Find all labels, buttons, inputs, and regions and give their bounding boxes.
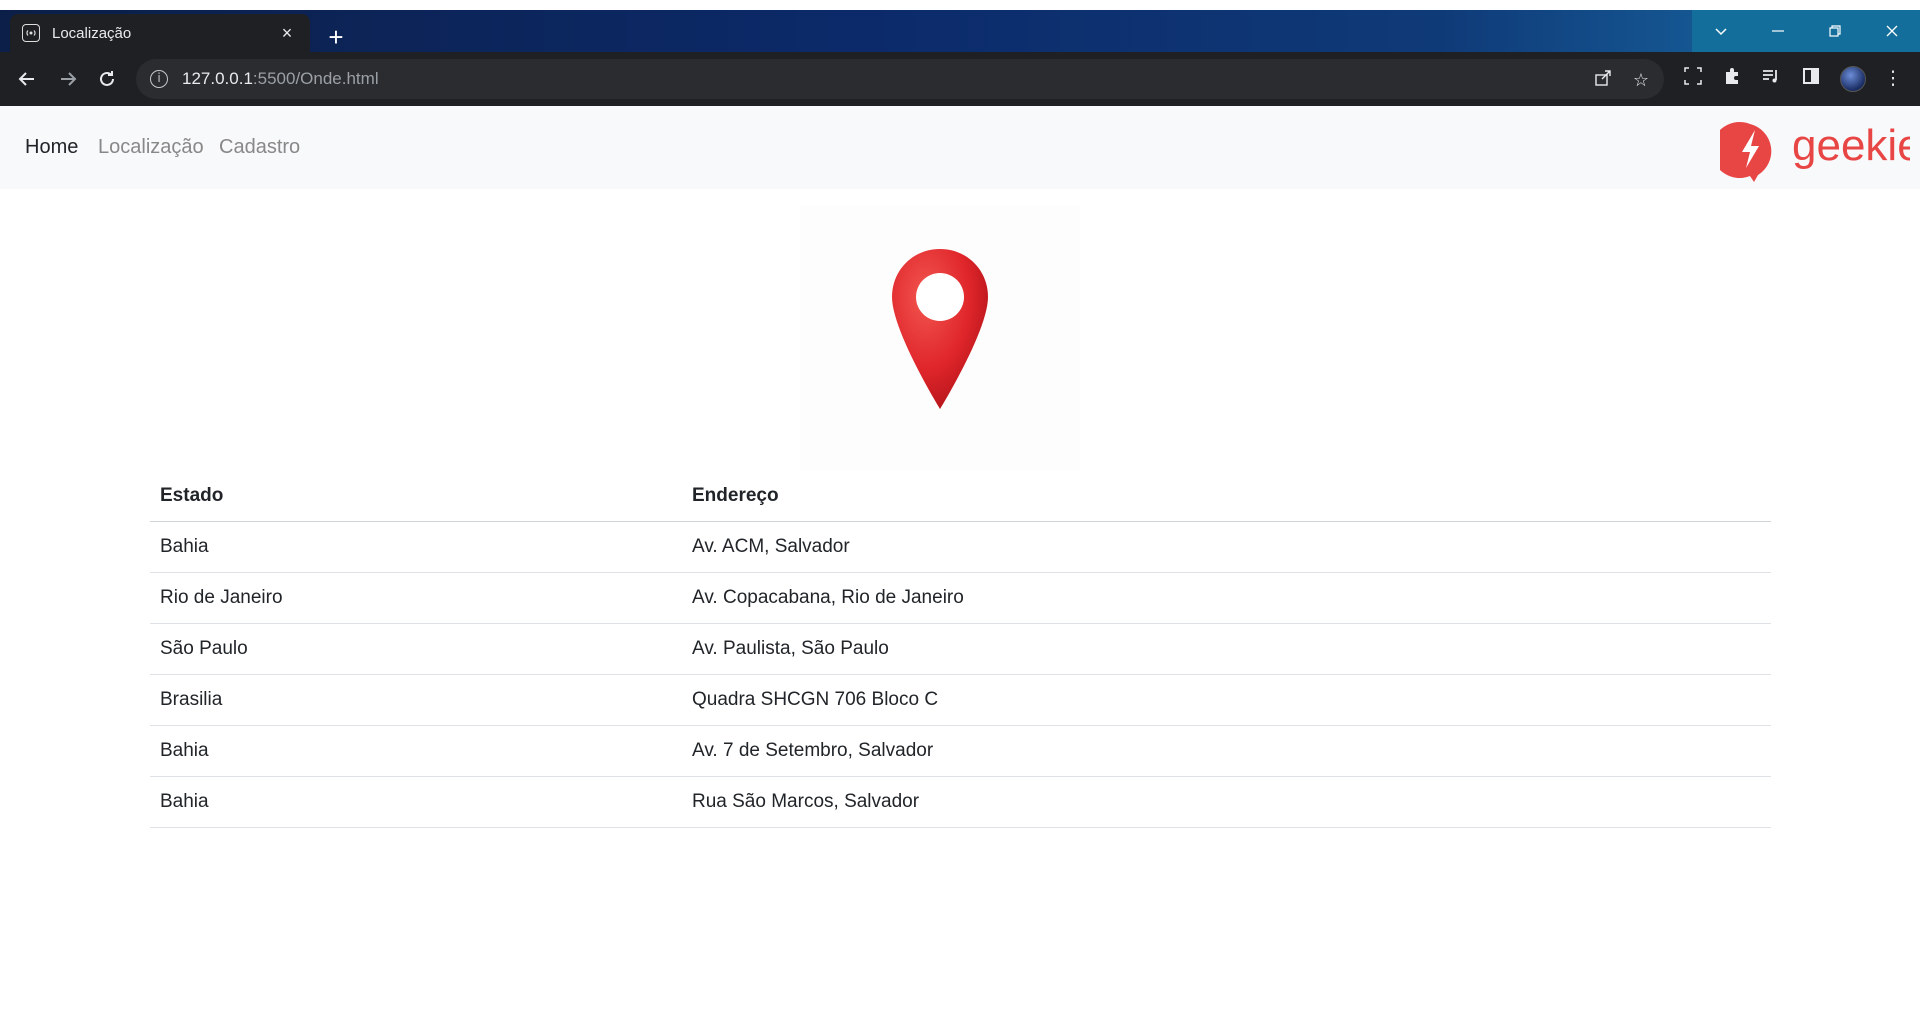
site-navbar: Home Localização Cadastro geekie [0,106,1920,189]
cell-estado: Bahia [150,725,682,777]
cell-estado: Brasilia [150,674,682,726]
screenshot-icon[interactable] [1680,66,1706,92]
profile-avatar[interactable] [1840,66,1866,92]
cell-estado: Bahia [150,521,682,573]
locations-table: Estado Endereço Bahia Av. ACM, Salvador … [150,471,1771,828]
url-host: 127.0.0.1 [182,69,253,88]
column-header-endereco: Endereço [682,471,1771,522]
cell-endereco: Av. ACM, Salvador [682,521,1771,573]
media-queue-icon[interactable] [1758,66,1784,92]
cell-endereco: Av. 7 de Setembro, Salvador [682,725,1771,777]
back-arrow-icon[interactable] [12,64,42,94]
table-row: Bahia Av. 7 de Setembro, Salvador [150,725,1771,777]
bookmark-star-icon[interactable]: ☆ [1630,69,1652,91]
share-icon[interactable] [1592,69,1614,91]
minimize-icon[interactable] [1749,10,1806,52]
address-bar[interactable]: i 127.0.0.1:5500/Onde.html ☆ [136,59,1664,99]
cell-endereco: Quadra SHCGN 706 Bloco C [682,674,1771,726]
reload-icon[interactable] [92,64,122,94]
nav-link-cadastro[interactable]: Cadastro [219,136,300,159]
table-row: São Paulo Av. Paulista, São Paulo [150,623,1771,675]
window-close-icon[interactable] [1863,10,1920,52]
browser-tab[interactable]: Localização × [10,14,310,52]
cell-endereco: Av. Paulista, São Paulo [682,623,1771,675]
nav-link-localizacao[interactable]: Localização [98,136,204,159]
logo-wordmark: geekie [1792,121,1910,170]
new-tab-button[interactable]: + [322,24,350,52]
geekie-logo[interactable]: geekie [1711,116,1920,182]
table-row: Brasilia Quadra SHCGN 706 Bloco C [150,674,1771,726]
location-pin-image [800,205,1080,470]
tab-close-icon[interactable]: × [276,23,298,44]
column-header-estado: Estado [150,471,682,522]
cell-endereco: Av. Copacabana, Rio de Janeiro [682,572,1771,624]
cell-estado: Rio de Janeiro [150,572,682,624]
window-top-strip [0,0,1920,10]
tab-strip: Localização × + [0,10,1920,52]
extensions-puzzle-icon[interactable] [1719,66,1745,92]
browser-toolbar: i 127.0.0.1:5500/Onde.html ☆ ⋮ [0,52,1920,106]
cell-endereco: Rua São Marcos, Salvador [682,776,1771,828]
forward-arrow-icon[interactable] [53,64,83,94]
more-menu-icon[interactable]: ⋮ [1880,66,1906,92]
restore-icon[interactable] [1806,10,1863,52]
url-path: :5500/Onde.html [252,69,379,88]
cell-estado: Bahia [150,776,682,828]
tab-search-chevron-icon[interactable] [1692,10,1749,52]
table-row: Rio de Janeiro Av. Copacabana, Rio de Ja… [150,572,1771,624]
side-panel-icon[interactable] [1798,66,1824,92]
tab-title: Localização [52,24,132,42]
map-pin-icon [892,249,988,409]
table-row: Bahia Rua São Marcos, Salvador [150,776,1771,828]
table-header-row: Estado Endereço [150,471,1771,522]
site-info-icon[interactable]: i [150,70,168,88]
nav-link-home[interactable]: Home [25,136,78,159]
cell-estado: São Paulo [150,623,682,675]
broadcast-icon [22,24,40,42]
table-row: Bahia Av. ACM, Salvador [150,521,1771,573]
